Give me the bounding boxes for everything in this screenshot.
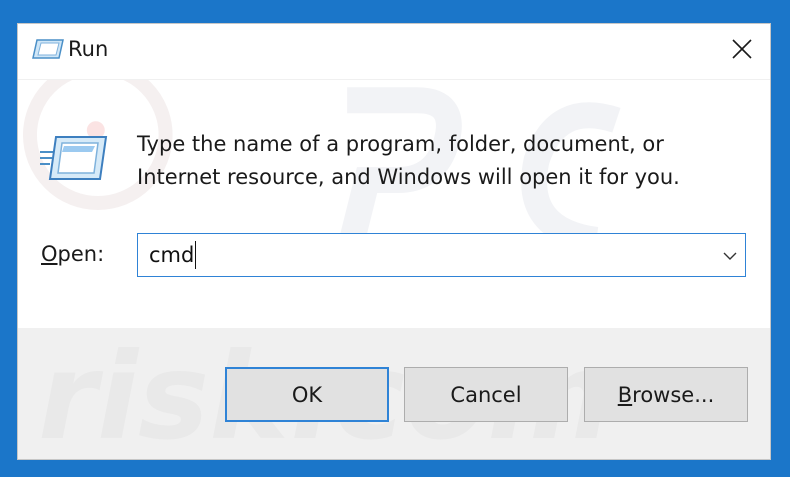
window-title: Run	[68, 37, 109, 61]
ok-button[interactable]: OK	[225, 367, 389, 422]
open-label-access-key: O	[41, 242, 58, 266]
instruction-line-1: Type the name of a program, folder, docu…	[137, 132, 664, 156]
run-dialog: Run Type the name of a program, folder, …	[17, 23, 771, 460]
open-input-value[interactable]: cmd	[149, 243, 194, 267]
watermark-logo	[23, 80, 621, 263]
open-label-text: pen:	[57, 242, 105, 266]
button-bar: risk.com OK Cancel Browse...	[18, 328, 770, 459]
cancel-button[interactable]: Cancel	[404, 367, 568, 422]
text-caret	[195, 241, 196, 269]
run-program-icon	[40, 134, 108, 182]
open-combobox[interactable]: cmd	[137, 233, 746, 277]
instruction-line-2: Internet resource, and Windows will open…	[137, 165, 680, 189]
browse-label: rowse...	[632, 382, 715, 407]
instruction-text: Type the name of a program, folder, docu…	[137, 128, 737, 194]
browse-access-key: B	[617, 382, 633, 407]
run-icon	[31, 38, 65, 60]
open-label: Open:	[41, 242, 104, 266]
dialog-content: Type the name of a program, folder, docu…	[18, 80, 770, 328]
close-icon	[732, 39, 752, 59]
browse-button[interactable]: Browse...	[584, 367, 748, 422]
title-bar[interactable]: Run	[18, 24, 770, 79]
chevron-down-icon[interactable]	[722, 248, 738, 262]
close-button[interactable]	[712, 24, 770, 76]
